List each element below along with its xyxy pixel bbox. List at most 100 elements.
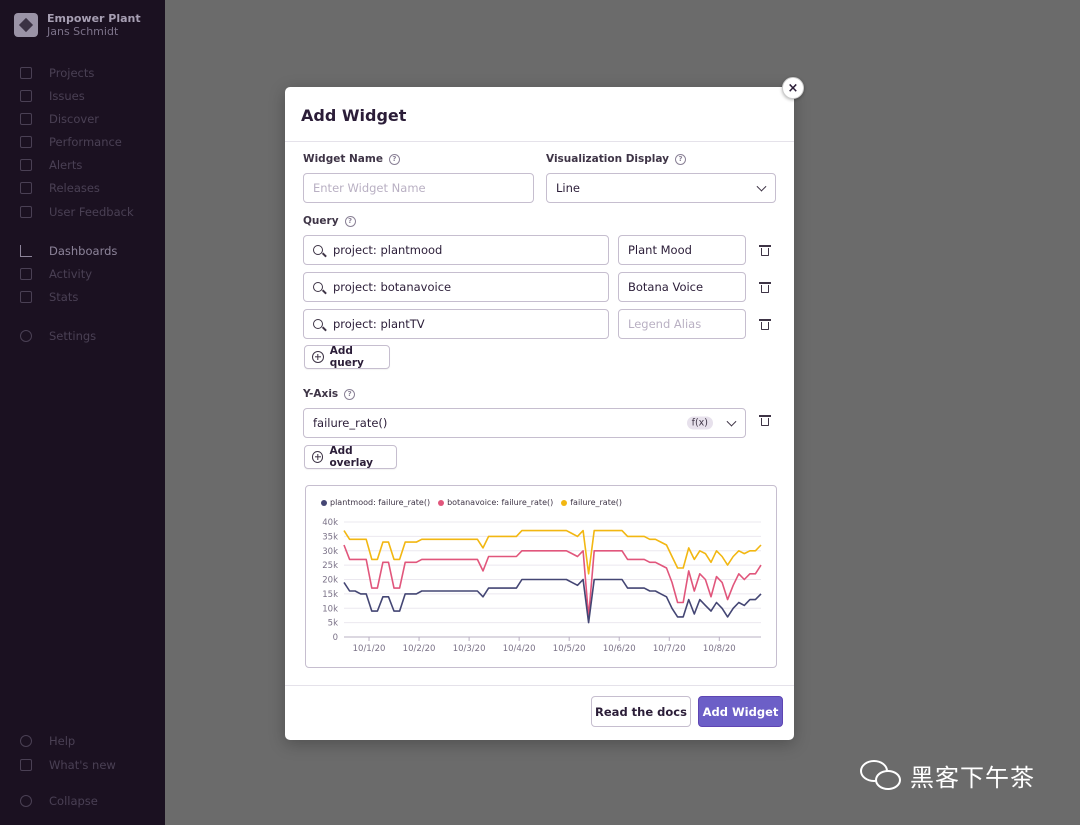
yaxis-label-text: Y-Axis: [303, 388, 339, 400]
close-icon[interactable]: ×: [782, 77, 804, 99]
sidebar-item-label: User Feedback: [49, 205, 134, 219]
yaxis-value: failure_rate(): [313, 416, 388, 430]
x-tick-label: 10/1/20: [353, 644, 386, 654]
x-tick-label: 10/6/20: [603, 644, 636, 654]
sidebar-item-issues[interactable]: Issues: [20, 89, 85, 103]
legend-alias-input[interactable]: Plant Mood: [618, 235, 746, 265]
sidebar-item-activity[interactable]: Activity: [20, 267, 92, 281]
org-logo-icon: [14, 13, 38, 37]
query-text: project: plantmood: [333, 243, 443, 257]
issues-icon: [20, 90, 32, 102]
sidebar-item-label: Issues: [49, 89, 85, 103]
performance-icon: [20, 136, 32, 148]
query-input[interactable]: project: plantmood: [303, 235, 609, 265]
sidebar-item-label: Alerts: [49, 158, 83, 172]
y-tick-label: 15k: [322, 590, 338, 600]
series-line: [343, 544, 762, 618]
y-tick-label: 25k: [322, 561, 338, 571]
visualization-label-text: Visualization Display: [546, 153, 669, 165]
visualization-value: Line: [556, 181, 580, 195]
legend-alias-input[interactable]: Legend Alias: [618, 309, 746, 339]
x-tick-label: 10/4/20: [503, 644, 536, 654]
sidebar-item-label: Discover: [49, 112, 100, 126]
help-icon[interactable]: ?: [675, 153, 686, 165]
x-tick-label: 10/2/20: [403, 644, 436, 654]
sidebar-item-label: Performance: [49, 135, 122, 149]
visualization-select[interactable]: Line: [546, 173, 776, 203]
header-divider: [285, 141, 794, 142]
trash-icon[interactable]: [759, 319, 771, 330]
user-name: Jans Schmidt: [47, 25, 119, 38]
activity-icon: [20, 268, 32, 280]
query-text: project: plantTV: [333, 317, 425, 331]
add-query-button[interactable]: Add query: [304, 345, 390, 369]
add-query-label: Add query: [329, 345, 364, 369]
add-overlay-label: Add overlay: [329, 445, 374, 469]
chevron-down-icon: [756, 181, 767, 192]
search-icon: [313, 245, 323, 255]
sidebar-item-discover[interactable]: Discover: [20, 112, 99, 126]
sidebar-item-label: Settings: [49, 329, 97, 343]
y-tick-label: 35k: [322, 532, 338, 542]
stats-icon: [20, 291, 32, 303]
line-chart[interactable]: 0 5k 10k 15k 20k 25k 30k 35k 40k 10/1/20 10/2/20 10…: [306, 486, 778, 669]
chart-preview: plantmood: failure_rate() botanavoice: f…: [305, 485, 777, 668]
trash-icon[interactable]: [759, 282, 771, 293]
help-icon[interactable]: ?: [344, 215, 356, 227]
legend-alias-input[interactable]: Botana Voice: [618, 272, 746, 302]
sidebar-item-whats-new[interactable]: What's new: [20, 758, 116, 772]
sidebar-item-releases[interactable]: Releases: [20, 181, 100, 195]
x-tick-label: 10/7/20: [653, 644, 686, 654]
help-icon: [20, 735, 32, 747]
widget-name-label-text: Widget Name: [303, 153, 383, 165]
sidebar-item-label: Collapse: [49, 794, 98, 808]
sidebar-item-label: What's new: [49, 758, 116, 772]
trash-icon[interactable]: [759, 415, 771, 426]
widget-name-input[interactable]: Enter Widget Name: [303, 173, 534, 203]
sidebar-item-user-feedback[interactable]: User Feedback: [20, 205, 134, 219]
wechat-watermark: 黑客下午茶: [860, 758, 1035, 793]
releases-icon: [20, 182, 32, 194]
alerts-icon: [20, 159, 32, 171]
add-widget-button[interactable]: Add Widget: [698, 696, 783, 727]
sidebar-item-projects[interactable]: Projects: [20, 66, 94, 80]
y-tick-label: 5k: [328, 619, 338, 629]
sidebar-item-help[interactable]: Help: [20, 734, 75, 748]
watermark-text: 黑客下午茶: [910, 764, 1035, 792]
footer-divider: [285, 685, 794, 686]
projects-icon: [20, 67, 32, 79]
broadcast-icon: [20, 759, 32, 771]
sidebar-item-dashboards[interactable]: Dashboards: [20, 244, 117, 258]
sidebar-item-stats[interactable]: Stats: [20, 290, 78, 304]
sidebar: Empower Plant Jans Schmidt Projects Issu…: [0, 0, 165, 825]
settings-icon: [20, 330, 32, 342]
help-icon[interactable]: ?: [344, 388, 356, 400]
help-icon[interactable]: ?: [388, 153, 400, 165]
widget-name-label: Widget Name?: [303, 153, 400, 165]
collapse-icon: [20, 795, 32, 807]
sidebar-item-alerts[interactable]: Alerts: [20, 158, 82, 172]
read-docs-button[interactable]: Read the docs: [591, 696, 691, 727]
x-tick-label: 10/5/20: [553, 644, 586, 654]
add-circle-icon: [312, 351, 324, 363]
query-input[interactable]: project: plantTV: [303, 309, 609, 339]
add-overlay-button[interactable]: Add overlay: [304, 445, 397, 469]
trash-icon[interactable]: [759, 245, 771, 256]
visualization-label: Visualization Display?: [546, 153, 686, 165]
x-tick-label: 10/3/20: [453, 644, 486, 654]
modal-title: Add Widget: [301, 106, 407, 125]
discover-icon: [20, 113, 32, 125]
sidebar-item-label: Releases: [49, 181, 100, 195]
yaxis-select[interactable]: failure_rate() f(x): [303, 408, 746, 438]
chevron-down-icon: [726, 416, 737, 427]
sidebar-item-performance[interactable]: Performance: [20, 135, 122, 149]
org-name: Empower Plant: [47, 12, 141, 25]
org-switcher[interactable]: Empower Plant Jans Schmidt: [14, 12, 141, 38]
add-circle-icon: [312, 451, 324, 463]
y-tick-label: 0: [333, 633, 338, 643]
y-tick-label: 10k: [322, 604, 338, 614]
wechat-icon: [860, 759, 902, 792]
sidebar-item-settings[interactable]: Settings: [20, 329, 96, 343]
query-input[interactable]: project: botanavoice: [303, 272, 609, 302]
sidebar-item-collapse[interactable]: Collapse: [20, 794, 98, 808]
